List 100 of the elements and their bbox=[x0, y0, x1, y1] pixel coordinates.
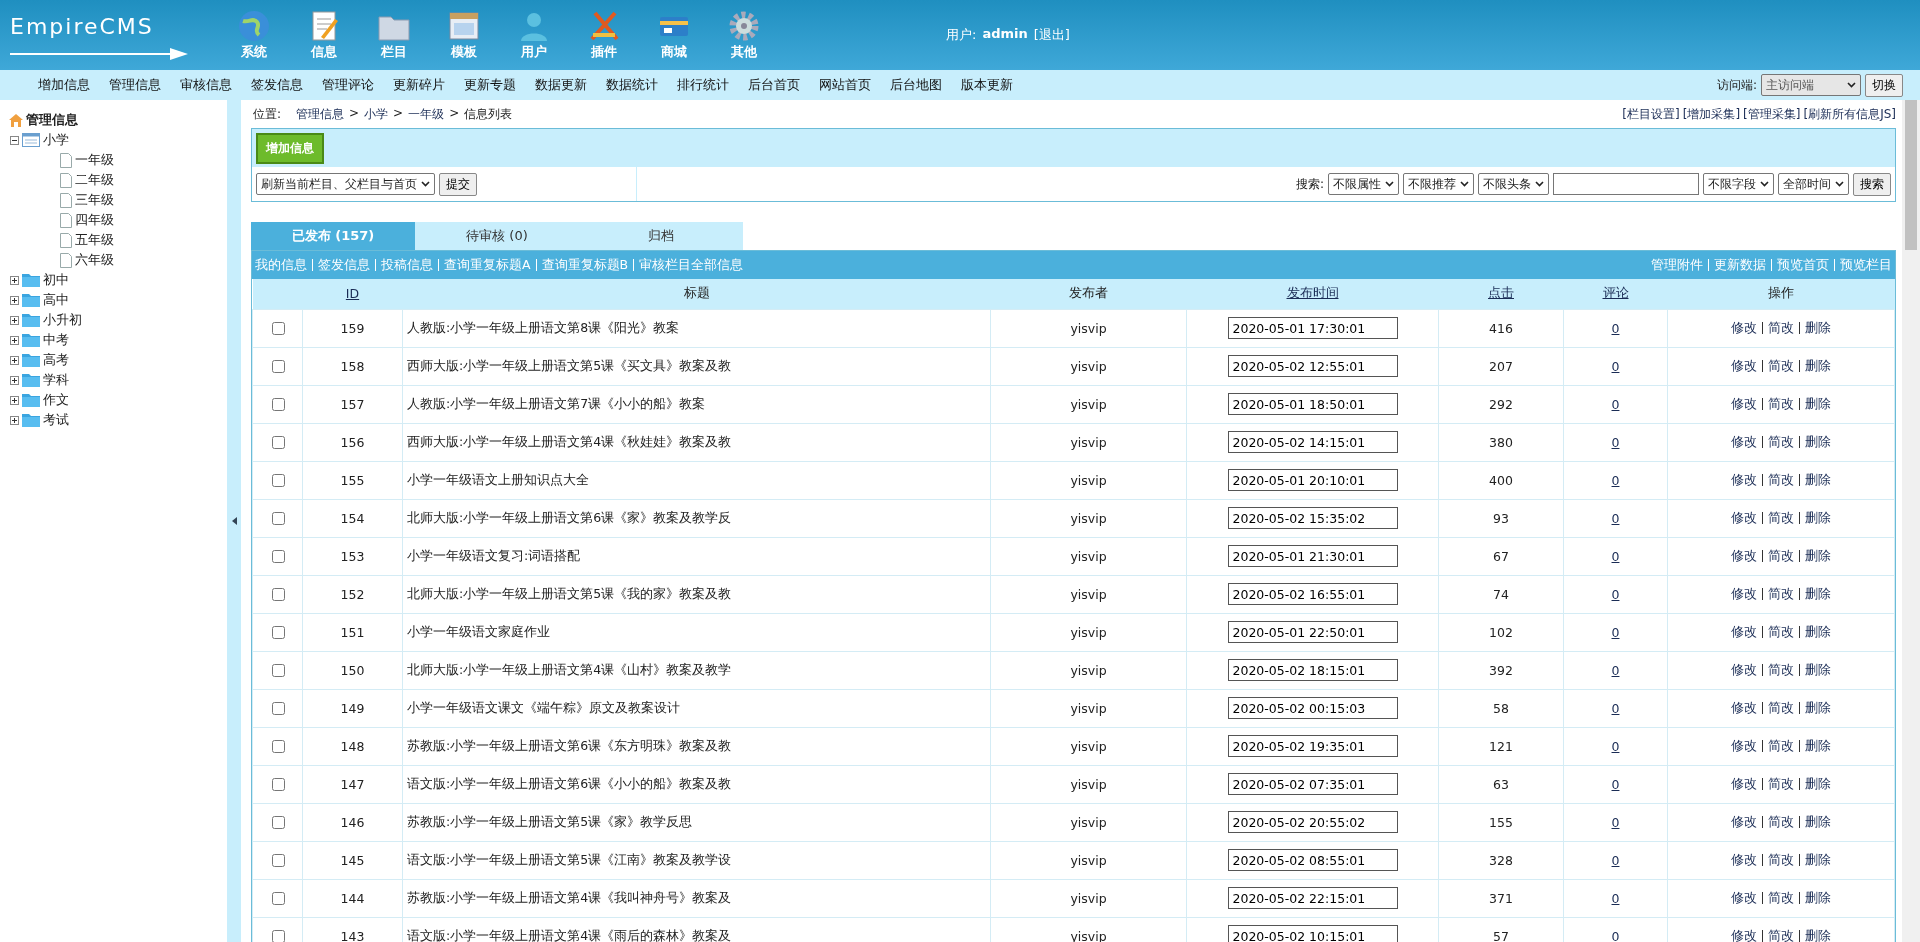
comments-link[interactable]: 0 bbox=[1611, 776, 1620, 792]
comments-link[interactable]: 0 bbox=[1611, 700, 1620, 716]
top-link[interactable]: [刷新所有信息JS] bbox=[1803, 105, 1896, 123]
row-checkbox[interactable] bbox=[271, 663, 285, 677]
title-link[interactable]: 人教版:小学一年级上册语文第8课《阳光》教案 bbox=[407, 319, 680, 335]
row-action-link[interactable]: 简改 bbox=[1768, 813, 1794, 829]
row-checkbox[interactable] bbox=[271, 359, 285, 373]
menu-item[interactable]: 数据统计 bbox=[598, 76, 666, 94]
row-checkbox[interactable] bbox=[271, 701, 285, 715]
tree-item[interactable]: 一年级 bbox=[75, 151, 114, 169]
tree-item[interactable]: 小升初 bbox=[43, 311, 82, 329]
menu-item[interactable]: 后台首页 bbox=[740, 76, 808, 94]
scrollbar[interactable] bbox=[1902, 100, 1920, 942]
filter-select[interactable]: 不限推荐 bbox=[1403, 173, 1474, 195]
sort-link[interactable]: 发布时间 bbox=[1286, 285, 1339, 301]
row-action-link[interactable]: 简改 bbox=[1768, 547, 1794, 563]
tree-item[interactable]: 考试 bbox=[43, 411, 69, 429]
tree-item[interactable]: 四年级 bbox=[75, 211, 114, 229]
comments-link[interactable]: 0 bbox=[1611, 624, 1620, 640]
tree-item[interactable]: 中考 bbox=[43, 331, 69, 349]
comments-link[interactable]: 0 bbox=[1611, 890, 1620, 906]
comments-link[interactable]: 0 bbox=[1611, 928, 1620, 942]
row-action-link[interactable]: 简改 bbox=[1768, 585, 1794, 601]
row-action-link[interactable]: 简改 bbox=[1768, 319, 1794, 335]
row-checkbox[interactable] bbox=[271, 511, 285, 525]
row-action-link[interactable]: 删除 bbox=[1805, 699, 1831, 715]
comments-link[interactable]: 0 bbox=[1611, 738, 1620, 754]
row-action-link[interactable]: 删除 bbox=[1805, 737, 1831, 753]
time-field[interactable]: 2020-05-02 10:15:01 bbox=[1227, 925, 1398, 942]
row-action-link[interactable]: 删除 bbox=[1805, 661, 1831, 677]
comments-link[interactable]: 0 bbox=[1611, 852, 1620, 868]
time-field[interactable]: 2020-05-02 00:15:03 bbox=[1227, 697, 1398, 719]
expand-icon[interactable] bbox=[10, 355, 19, 365]
expand-icon[interactable] bbox=[10, 275, 19, 285]
row-action-link[interactable]: 修改 bbox=[1731, 927, 1757, 942]
filter-select[interactable]: 不限属性 bbox=[1328, 173, 1399, 195]
breadcrumb-link[interactable]: 管理信息 bbox=[296, 105, 345, 123]
comments-link[interactable]: 0 bbox=[1611, 662, 1620, 678]
expand-icon[interactable] bbox=[10, 375, 19, 385]
menu-item[interactable]: 管理评论 bbox=[314, 76, 382, 94]
row-action-link[interactable]: 简改 bbox=[1768, 661, 1794, 677]
menu-item[interactable]: 数据更新 bbox=[527, 76, 595, 94]
comments-link[interactable]: 0 bbox=[1611, 320, 1620, 336]
time-field[interactable]: 2020-05-02 14:15:01 bbox=[1227, 431, 1398, 453]
row-action-link[interactable]: 修改 bbox=[1731, 661, 1757, 677]
time-field[interactable]: 2020-05-02 19:35:01 bbox=[1227, 735, 1398, 757]
top-link[interactable]: [栏目设置] bbox=[1622, 105, 1680, 123]
time-field[interactable]: 2020-05-01 22:50:01 bbox=[1227, 621, 1398, 643]
expand-icon[interactable] bbox=[10, 335, 19, 345]
title-link[interactable]: 小学一年级语文课文《端午粽》原文及教案设计 bbox=[407, 699, 680, 715]
row-action-link[interactable]: 修改 bbox=[1731, 319, 1757, 335]
comments-link[interactable]: 0 bbox=[1611, 472, 1620, 488]
menu-item[interactable]: 增加信息 bbox=[30, 76, 98, 94]
row-action-link[interactable]: 修改 bbox=[1731, 357, 1757, 373]
refresh-select[interactable]: 刷新当前栏目、父栏目与首页 bbox=[256, 173, 435, 195]
time-field[interactable]: 2020-05-02 08:55:01 bbox=[1227, 849, 1398, 871]
row-action-link[interactable]: 修改 bbox=[1731, 889, 1757, 905]
row-checkbox[interactable] bbox=[271, 853, 285, 867]
submit-button[interactable]: 提交 bbox=[439, 172, 477, 196]
row-checkbox[interactable] bbox=[271, 891, 285, 905]
row-checkbox[interactable] bbox=[271, 815, 285, 829]
tree-item[interactable]: 三年级 bbox=[75, 191, 114, 209]
row-action-link[interactable]: 修改 bbox=[1731, 851, 1757, 867]
top-link[interactable]: [增加采集] bbox=[1682, 105, 1741, 123]
row-checkbox[interactable] bbox=[271, 435, 285, 449]
row-action-link[interactable]: 删除 bbox=[1805, 585, 1831, 601]
sort-link[interactable]: ID bbox=[345, 286, 360, 302]
row-checkbox[interactable] bbox=[271, 739, 285, 753]
row-action-link[interactable]: 修改 bbox=[1731, 699, 1757, 715]
filter-select[interactable]: 不限头条 bbox=[1478, 173, 1549, 195]
row-action-link[interactable]: 删除 bbox=[1805, 547, 1831, 563]
comments-link[interactable]: 0 bbox=[1611, 358, 1620, 374]
row-checkbox[interactable] bbox=[271, 549, 285, 563]
comments-link[interactable]: 0 bbox=[1611, 510, 1620, 526]
time-field[interactable]: 2020-05-02 12:55:01 bbox=[1227, 355, 1398, 377]
time-field[interactable]: 2020-05-02 07:35:01 bbox=[1227, 773, 1398, 795]
row-action-link[interactable]: 简改 bbox=[1768, 927, 1794, 942]
row-action-link[interactable]: 修改 bbox=[1731, 471, 1757, 487]
row-action-link[interactable]: 简改 bbox=[1768, 851, 1794, 867]
menu-item[interactable]: 审核信息 bbox=[172, 76, 240, 94]
row-action-link[interactable]: 简改 bbox=[1768, 623, 1794, 639]
row-action-link[interactable]: 简改 bbox=[1768, 433, 1794, 449]
row-action-link[interactable]: 删除 bbox=[1805, 357, 1831, 373]
tree-item[interactable]: 六年级 bbox=[75, 251, 114, 269]
time-field[interactable]: 2020-05-02 16:55:01 bbox=[1227, 583, 1398, 605]
row-action-link[interactable]: 修改 bbox=[1731, 509, 1757, 525]
title-link[interactable]: 小学一年级语文家庭作业 bbox=[407, 623, 550, 639]
tree-item[interactable]: 作文 bbox=[43, 391, 69, 409]
row-action-link[interactable]: 删除 bbox=[1805, 319, 1831, 335]
row-action-link[interactable]: 删除 bbox=[1805, 927, 1831, 942]
tree-item[interactable]: 高中 bbox=[43, 291, 69, 309]
row-action-link[interactable]: 修改 bbox=[1731, 547, 1757, 563]
row-action-link[interactable]: 简改 bbox=[1768, 357, 1794, 373]
row-action-link[interactable]: 修改 bbox=[1731, 433, 1757, 449]
switch-button[interactable]: 切换 bbox=[1865, 73, 1903, 97]
expand-icon[interactable] bbox=[10, 415, 19, 425]
time-field[interactable]: 2020-05-01 21:30:01 bbox=[1227, 545, 1398, 567]
comments-link[interactable]: 0 bbox=[1611, 548, 1620, 564]
row-action-link[interactable]: 简改 bbox=[1768, 775, 1794, 791]
time-field[interactable]: 2020-05-02 15:35:02 bbox=[1227, 507, 1398, 529]
